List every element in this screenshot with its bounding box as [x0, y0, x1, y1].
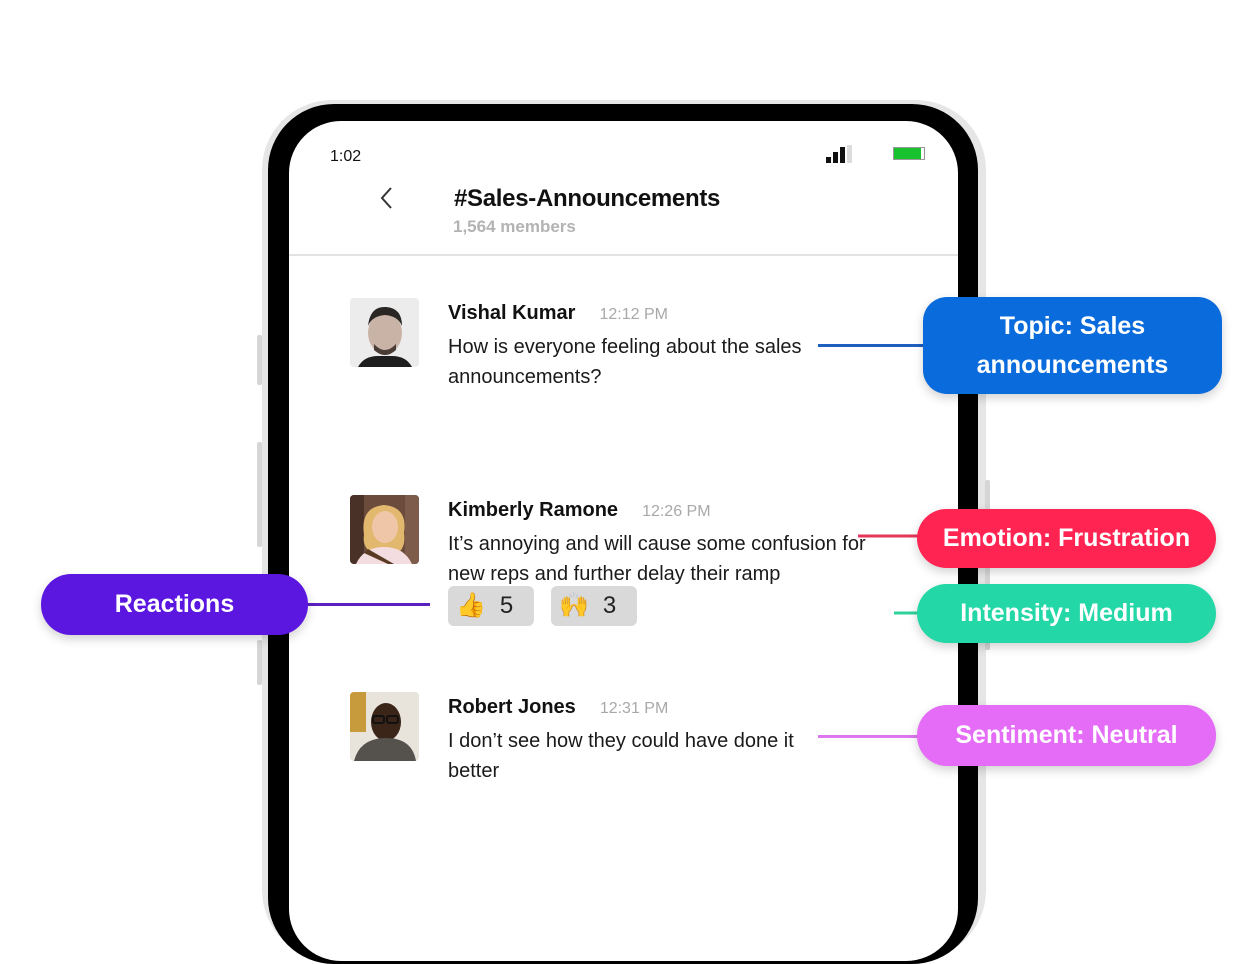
- message-timestamp: 12:31 PM: [599, 700, 669, 717]
- intensity-callout-label: Intensity: Medium: [960, 599, 1173, 627]
- battery-icon: [893, 147, 925, 160]
- sentiment-callout: Sentiment: Neutral: [917, 705, 1216, 766]
- status-time: 1:02: [330, 148, 362, 165]
- battery-level: [894, 148, 921, 159]
- message-author[interactable]: Kimberly Ramone 12:26 PM: [448, 499, 711, 522]
- reactions-callout-label: Reactions: [114, 590, 235, 618]
- phone-side-button: [257, 442, 262, 547]
- channel-title: #Sales-Announcements: [454, 185, 721, 212]
- reaction-count: 3: [602, 592, 617, 619]
- emotion-callout-label: Emotion: Frustration: [942, 524, 1191, 552]
- reaction-raised-hands[interactable]: 🙌 3: [551, 586, 637, 626]
- member-count[interactable]: 1,564 members: [453, 217, 576, 237]
- message-author[interactable]: Robert Jones 12:31 PM: [448, 696, 668, 719]
- message-text: I don’t see how they could have done it …: [448, 730, 794, 782]
- chevron-left-icon: [380, 187, 392, 209]
- topic-callout-line2: announcements: [976, 350, 1169, 379]
- signal-bars-icon: [826, 145, 856, 163]
- message-author[interactable]: Vishal Kumar 12:12 PM: [448, 302, 668, 325]
- reaction-count: 5: [499, 592, 514, 619]
- emotion-callout: Emotion: Frustration: [917, 509, 1216, 568]
- author-name: Kimberly Ramone: [448, 499, 619, 521]
- avatar[interactable]: [350, 692, 419, 761]
- avatar[interactable]: [350, 495, 419, 564]
- reactions-callout: Reactions: [41, 574, 308, 635]
- topic-callout: Topic: Sales announcements: [923, 297, 1222, 394]
- reactions-bar: 👍 5 🙌 3: [448, 586, 637, 626]
- avatar[interactable]: [350, 298, 419, 367]
- message-text: It’s annoying and will cause some confus…: [448, 533, 866, 585]
- message-timestamp: 12:26 PM: [642, 503, 711, 520]
- header-divider: [289, 254, 958, 256]
- author-name: Robert Jones: [448, 696, 576, 718]
- intensity-callout: Intensity: Medium: [917, 584, 1216, 643]
- back-button[interactable]: [375, 183, 399, 213]
- topic-connector-line: [818, 344, 928, 347]
- reaction-thumbs-up[interactable]: 👍 5: [448, 586, 534, 626]
- sentiment-callout-label: Sentiment: Neutral: [955, 721, 1178, 749]
- phone-side-button: [257, 640, 262, 685]
- thumbs-up-icon: 👍: [456, 592, 486, 619]
- reactions-connector-line: [300, 603, 430, 606]
- author-name: Vishal Kumar: [448, 302, 576, 324]
- message-text: How is everyone feeling about the sales …: [448, 336, 802, 388]
- message-timestamp: 12:12 PM: [599, 306, 668, 323]
- phone-side-button: [257, 335, 262, 385]
- topic-callout-line1: Topic: Sales: [999, 311, 1146, 340]
- sentiment-connector-line: [818, 735, 928, 738]
- raised-hands-icon: 🙌: [559, 592, 589, 619]
